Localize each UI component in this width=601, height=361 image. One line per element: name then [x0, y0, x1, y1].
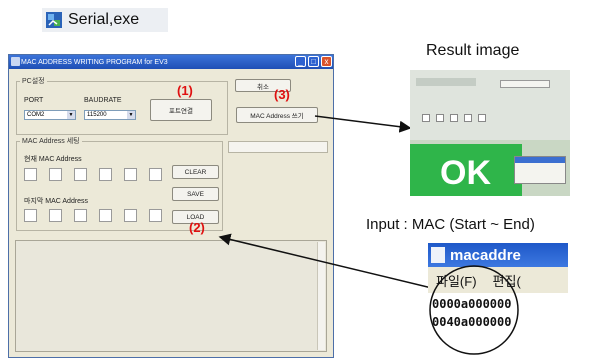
result-image: OK	[410, 70, 570, 196]
ok-text: OK	[440, 154, 491, 192]
arrow-to-result	[314, 115, 412, 133]
result-window	[410, 70, 570, 140]
arrow-from-input	[218, 233, 441, 291]
input-caption: Input : MAC (Start ~ End)	[366, 216, 535, 233]
result-dialog	[514, 156, 566, 184]
ok-panel: OK	[410, 144, 522, 196]
highlight-circle	[429, 265, 519, 355]
result-caption: Result image	[426, 42, 520, 59]
